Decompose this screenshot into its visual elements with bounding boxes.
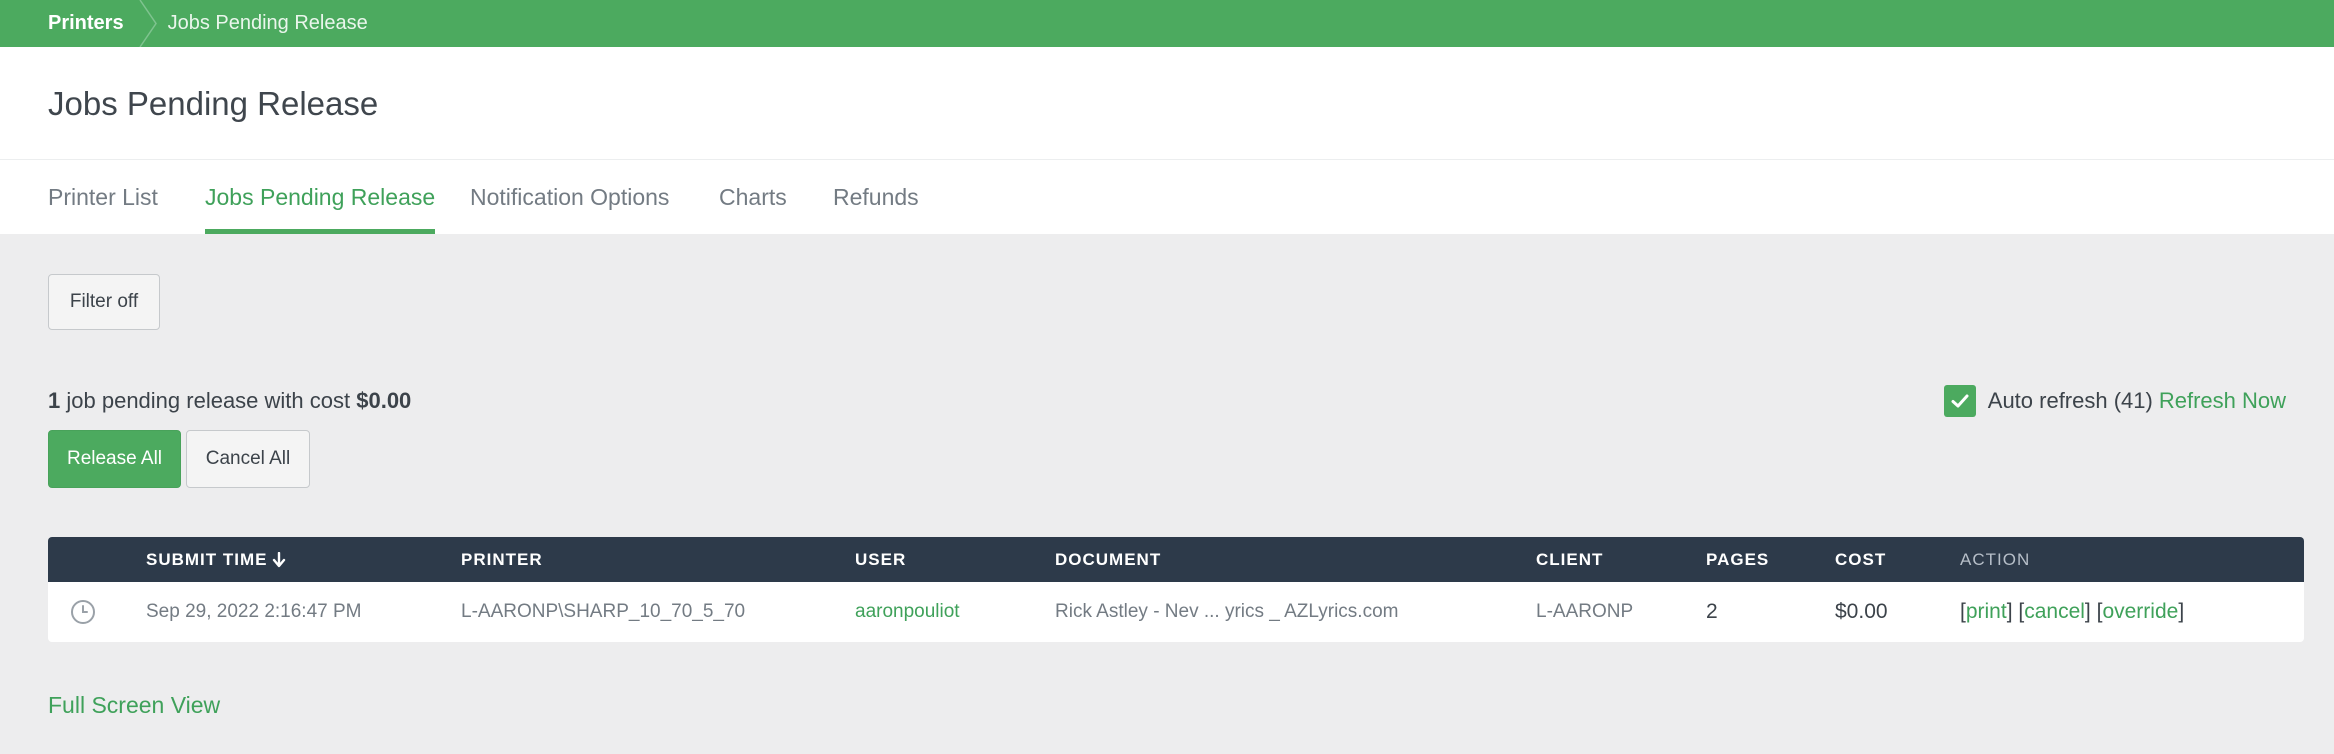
print-action-link[interactable]: print — [1966, 600, 2007, 624]
header-action: ACTION — [1960, 549, 2031, 569]
header-cost[interactable]: COST — [1835, 537, 1886, 582]
header-pages[interactable]: PAGES — [1706, 537, 1769, 582]
breadcrumb-current: Jobs Pending Release — [167, 12, 368, 34]
cell-cost: $0.00 — [1835, 600, 1888, 623]
pending-summary: 1 job pending release with cost $0.00 — [48, 388, 411, 414]
auto-refresh-checkbox[interactable] — [1943, 385, 1976, 417]
breadcrumb-printers[interactable]: Printers — [48, 0, 138, 47]
header-client[interactable]: CLIENT — [1536, 537, 1603, 582]
cancel-all-button[interactable]: Cancel All — [186, 430, 310, 488]
breadcrumb: Printers Jobs Pending Release — [0, 0, 2334, 47]
header-document[interactable]: DOCUMENT — [1055, 537, 1161, 582]
check-icon — [1951, 394, 1969, 408]
cell-submit-time: Sep 29, 2022 2:16:47 PM — [146, 601, 362, 622]
header-submit-time-label: SUBMIT TIME — [146, 549, 268, 569]
jobs-table: SUBMIT TIME PRINTER USER DOCUMENT CLIENT… — [48, 537, 2304, 642]
auto-refresh-label: Auto refresh (41) — [1987, 388, 2153, 413]
tab-printer-list[interactable]: Printer List — [48, 184, 158, 234]
refresh-now-link[interactable]: Refresh Now — [2159, 388, 2286, 414]
cell-client: L-AARONP — [1536, 601, 1634, 622]
tab-refunds[interactable]: Refunds — [833, 184, 919, 234]
tab-bar: Printer List Jobs Pending Release Notifi… — [0, 160, 2334, 234]
cell-printer: L-AARONP\SHARP_10_70_5_70 — [461, 601, 746, 622]
table-header: SUBMIT TIME PRINTER USER DOCUMENT CLIENT… — [48, 537, 2304, 582]
cell-pages: 2 — [1706, 600, 1718, 623]
summary-count: 1 — [48, 388, 61, 413]
page-header: Jobs Pending Release — [0, 47, 2334, 160]
summary-cost: $0.00 — [356, 388, 412, 413]
auto-refresh: Auto refresh (41) Refresh Now — [1943, 384, 2286, 418]
clock-icon — [70, 582, 96, 642]
cell-user-link[interactable]: aaronpouliot — [855, 582, 960, 642]
tab-notification-options[interactable]: Notification Options — [470, 184, 669, 234]
full-screen-view-link[interactable]: Full Screen View — [48, 692, 220, 719]
sort-down-icon — [272, 551, 285, 567]
filter-button[interactable]: Filter off — [48, 274, 160, 330]
cell-actions: [print] [cancel] [override] — [1960, 600, 2185, 624]
cancel-action-link[interactable]: cancel — [2024, 600, 2085, 624]
header-user[interactable]: USER — [855, 537, 906, 582]
header-submit-time[interactable]: SUBMIT TIME — [146, 537, 286, 582]
release-all-button[interactable]: Release All — [48, 430, 181, 488]
cell-document: Rick Astley - Nev ... yrics _ AZLyrics.c… — [1055, 601, 1399, 622]
table-row: Sep 29, 2022 2:16:47 PM L-AARONP\SHARP_1… — [48, 582, 2304, 642]
header-printer[interactable]: PRINTER — [461, 537, 543, 582]
breadcrumb-separator-icon — [138, 0, 157, 47]
tab-jobs-pending-release[interactable]: Jobs Pending Release — [205, 184, 436, 234]
tab-charts[interactable]: Charts — [719, 184, 787, 234]
override-action-link[interactable]: override — [2102, 600, 2178, 624]
page-title: Jobs Pending Release — [48, 85, 379, 122]
summary-text: job pending release with cost — [66, 388, 351, 413]
